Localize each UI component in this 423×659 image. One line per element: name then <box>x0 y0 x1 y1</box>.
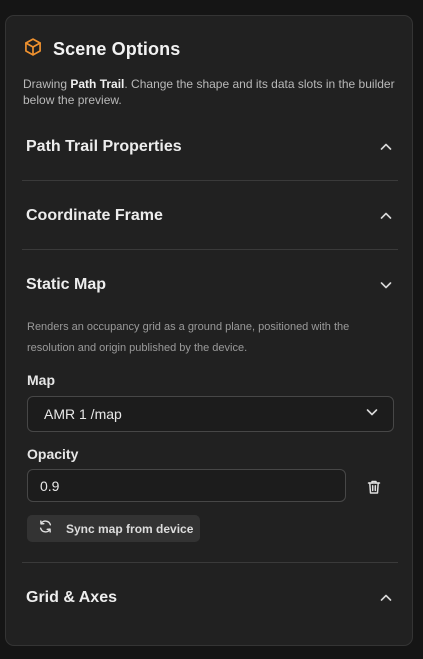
refresh-icon <box>38 519 53 539</box>
divider <box>22 249 398 250</box>
panel-header: Scene Options <box>23 37 180 62</box>
section-title: Path Trail Properties <box>26 138 182 155</box>
divider <box>22 562 398 563</box>
static-map-description: Renders an occupancy grid as a ground pl… <box>27 321 350 354</box>
opacity-label: Opacity <box>27 446 79 462</box>
map-label: Map <box>27 372 55 388</box>
chevron-up-icon <box>378 208 394 224</box>
chevron-down-icon <box>365 405 379 424</box>
chevron-down-icon <box>378 277 394 293</box>
section-title: Static Map <box>26 276 107 293</box>
map-select-value: AMR 1 /map <box>44 406 122 422</box>
cube-icon <box>23 37 43 62</box>
section-static-map[interactable]: Static Map <box>22 251 398 319</box>
section-title: Coordinate Frame <box>26 207 163 224</box>
shape-name: Path Trail <box>70 77 125 91</box>
chevron-up-icon <box>378 139 394 155</box>
panel-description: Drawing Path Trail. Change the shape and… <box>23 76 395 108</box>
sync-map-button[interactable]: Sync map from device <box>27 515 200 542</box>
divider <box>22 180 398 181</box>
section-title: Grid & Axes <box>26 589 117 606</box>
opacity-input[interactable] <box>27 469 346 502</box>
trash-icon[interactable] <box>366 479 382 495</box>
section-grid-axes[interactable]: Grid & Axes <box>22 564 398 632</box>
map-select[interactable]: AMR 1 /map <box>27 396 394 432</box>
scene-options-panel: Scene Options Drawing Path Trail. Change… <box>5 15 413 646</box>
sync-map-label: Sync map from device <box>66 521 194 536</box>
panel-title: Scene Options <box>53 39 181 59</box>
description-prefix: Drawing <box>23 77 71 91</box>
section-path-trail-properties[interactable]: Path Trail Properties <box>22 113 398 181</box>
chevron-up-icon <box>378 590 394 606</box>
section-coordinate-frame[interactable]: Coordinate Frame <box>22 182 398 250</box>
